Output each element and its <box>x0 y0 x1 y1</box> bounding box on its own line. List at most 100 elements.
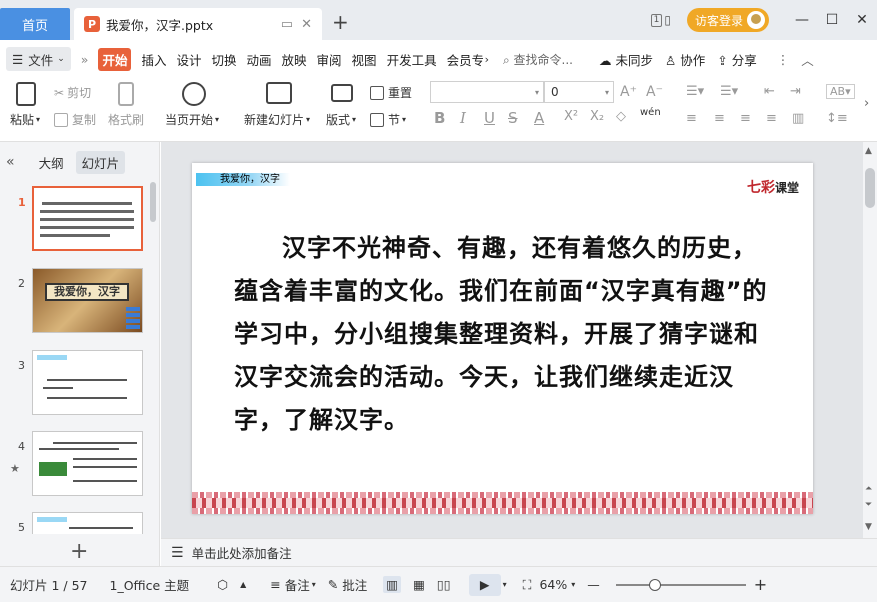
paste-button[interactable]: 粘贴 ▾ <box>10 111 40 128</box>
file-menu[interactable]: ☰ 文件 ⌄ <box>6 47 71 71</box>
guest-login-button[interactable]: 访客登录 <box>686 8 769 32</box>
close-tab-icon[interactable]: ✕ <box>301 17 312 32</box>
slide-sorter-icon[interactable]: ▦ <box>413 577 425 592</box>
zoom-slider[interactable] <box>615 578 746 591</box>
new-slide-button[interactable]: 新建幻灯片 ▾ <box>244 111 310 128</box>
numbered-list-icon[interactable]: ☰▾ <box>720 84 738 99</box>
align-right-icon[interactable]: ≡ <box>740 111 751 126</box>
menu-tab-animation[interactable]: 动画 <box>247 50 272 69</box>
scroll-down-icon[interactable]: ▼ <box>865 522 872 532</box>
font-size-select[interactable]: 0 ▾ <box>544 81 614 103</box>
bullet-list-icon[interactable]: ☰▾ <box>686 84 704 99</box>
add-slide-button[interactable]: + <box>70 539 88 564</box>
collab-button[interactable]: ♙ 协作 <box>665 50 705 69</box>
zoom-level[interactable]: 64% <box>539 577 567 592</box>
cube-icon[interactable]: ⬡ <box>217 577 228 592</box>
decrease-indent-icon[interactable]: ⇤ <box>764 84 775 99</box>
slide-thumbnail-4[interactable] <box>32 431 143 496</box>
reset-label: 重置 <box>388 86 413 100</box>
notes-toggle-button[interactable]: ≡ 备注 ▾ <box>270 575 316 594</box>
scrollbar-thumb[interactable] <box>865 168 875 208</box>
zoom-dropdown-icon[interactable]: ▾ <box>571 580 575 589</box>
next-page-icon[interactable]: ⏷ <box>865 500 872 510</box>
more-tabs-icon[interactable]: » <box>81 52 89 67</box>
notes-pane[interactable]: ☰ 单击此处添加备注 <box>161 538 877 566</box>
thumb-scrollbar[interactable] <box>150 182 156 222</box>
theme-name[interactable]: 1_Office 主题 <box>110 575 190 594</box>
vertical-scrollbar[interactable]: ▲ ⏶ ⏷ ▼ <box>863 142 877 566</box>
maximize-button[interactable]: ☐ <box>817 12 847 28</box>
share-button[interactable]: ⇪ 分享 <box>717 50 756 69</box>
slide-thumbnail-5[interactable] <box>32 512 143 534</box>
zoom-out-button[interactable]: — <box>587 577 600 592</box>
justify-icon[interactable]: ≡ <box>766 111 777 126</box>
superscript-button[interactable]: X² <box>564 109 578 124</box>
collapse-ribbon-icon[interactable]: ︿ <box>801 50 814 69</box>
menu-tab-insert[interactable]: 插入 <box>141 50 166 69</box>
cut-button[interactable]: ✂ 剪切 <box>54 84 91 101</box>
bold-button[interactable]: B <box>434 109 445 127</box>
slide-thumbnail-1[interactable] <box>32 186 143 251</box>
page-count-badge[interactable]: 1 <box>650 13 663 27</box>
layout-button[interactable]: 版式 ▾ <box>326 111 356 128</box>
tab-outline[interactable]: 大纲 <box>33 151 70 174</box>
reset-button[interactable]: 重置 <box>370 84 412 101</box>
slideshow-button[interactable]: ▶ ▾ <box>468 573 507 596</box>
text-direction-icon[interactable]: AB▾ <box>826 84 855 99</box>
new-tab-button[interactable]: + <box>332 12 349 32</box>
pin-window-icon[interactable]: ▭ <box>281 17 293 32</box>
scroll-up-icon[interactable]: ▲ <box>865 146 872 156</box>
command-search[interactable]: ⌕ 查找命令... <box>503 51 573 68</box>
fit-window-icon[interactable]: ⛶ <box>523 577 532 593</box>
eraser-icon[interactable]: ◇ <box>616 109 626 124</box>
menu-tab-transition[interactable]: 切换 <box>211 50 236 69</box>
sync-button[interactable]: ☁ 未同步 <box>599 50 653 69</box>
distribute-icon[interactable]: ▥ <box>792 111 804 126</box>
collapse-pane-icon[interactable]: « <box>6 154 15 170</box>
tab-home[interactable]: 首页 <box>0 8 70 40</box>
menu-tab-slideshow[interactable]: 放映 <box>282 50 307 69</box>
zoom-in-button[interactable]: + <box>754 575 767 594</box>
menu-tab-member[interactable]: 会员专 <box>447 50 483 69</box>
font-name-select[interactable]: ▾ <box>430 81 544 103</box>
slide-thumbnail-3[interactable] <box>32 350 143 415</box>
section-button[interactable]: 节 ▾ <box>370 111 406 128</box>
menu-tab-developer[interactable]: 开发工具 <box>387 50 437 69</box>
play-from-current-button[interactable]: 当页开始 ▾ <box>165 111 219 128</box>
copy-button[interactable]: 复制 <box>54 111 96 128</box>
cube-dropdown-icon[interactable]: ▲ <box>240 580 246 589</box>
prev-page-icon[interactable]: ⏶ <box>865 484 872 494</box>
normal-view-icon[interactable]: ▥ <box>383 576 402 593</box>
italic-button[interactable]: I <box>460 109 466 127</box>
tab-document[interactable]: P 我爱你，汉字.pptx ▭ ✕ <box>74 8 322 40</box>
more-options-icon[interactable]: ⋮ <box>777 52 790 67</box>
zoom-slider-knob[interactable] <box>648 578 661 591</box>
align-left-icon[interactable]: ≡ <box>686 111 697 126</box>
minimize-button[interactable]: — <box>787 12 817 28</box>
menu-tab-design[interactable]: 设计 <box>176 50 201 69</box>
line-spacing-icon[interactable]: ↕≡ <box>826 111 848 126</box>
increase-font-icon[interactable]: A⁺ <box>620 84 637 100</box>
menu-tab-view[interactable]: 视图 <box>352 50 377 69</box>
align-center-icon[interactable]: ≡ <box>714 111 725 126</box>
reading-view-icon[interactable]: ▯▯ <box>437 577 451 592</box>
decrease-font-icon[interactable]: A⁻ <box>646 84 663 100</box>
strike-button[interactable]: S <box>508 109 518 127</box>
scroll-tabs-icon[interactable]: › <box>485 53 489 66</box>
comment-button[interactable]: ✎ 批注 <box>328 575 368 594</box>
current-slide[interactable]: 我爱你，汉字 七彩课堂 汉字不光神奇、有趣，还有着悠久的历史，蕴含着丰富的文化。… <box>192 163 813 514</box>
sidebar-toggle-icon[interactable]: ▯ <box>664 13 671 27</box>
slide-body-text[interactable]: 汉字不光神奇、有趣，还有着悠久的历史，蕴含着丰富的文化。我们在前面“汉字真有趣”… <box>234 227 774 442</box>
slide-thumbnail-2[interactable]: 我爱你，汉字 <box>32 268 143 333</box>
format-painter-button[interactable]: 格式刷 <box>108 111 144 128</box>
pinyin-button[interactable]: wén <box>640 107 661 118</box>
increase-indent-icon[interactable]: ⇥ <box>790 84 801 99</box>
tab-slides[interactable]: 幻灯片 <box>75 150 126 174</box>
menu-tab-review[interactable]: 审阅 <box>317 50 342 69</box>
underline-button[interactable]: U <box>484 109 495 127</box>
ribbon-scroll-right-icon[interactable]: › <box>864 96 869 111</box>
font-color-button[interactable]: A <box>534 109 544 127</box>
subscript-button[interactable]: X₂ <box>590 109 604 124</box>
menu-tab-start[interactable]: 开始 <box>98 47 132 71</box>
close-window-button[interactable]: ✕ <box>847 12 877 28</box>
